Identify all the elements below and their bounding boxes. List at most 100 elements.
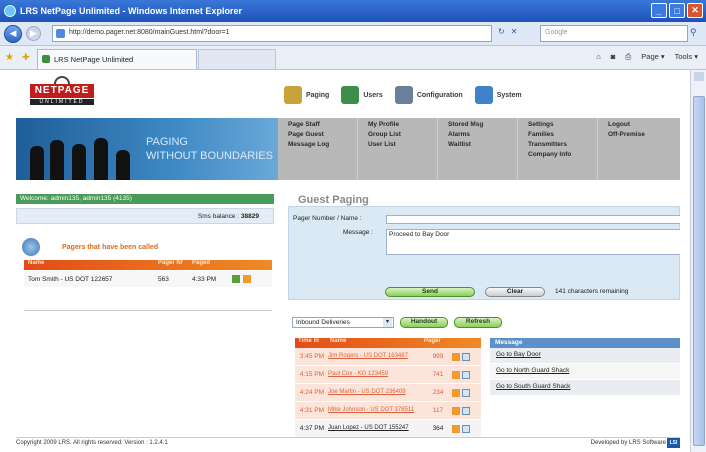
print-icon[interactable]: ⎙ — [625, 52, 631, 62]
page-content: NETPAGE UNLIMITED Paging Users Configura… — [16, 70, 680, 448]
tools-menu[interactable]: Tools ▾ — [675, 52, 698, 62]
table-row[interactable]: 4:37 PM Juan Lopez - US DOT 155247 364 — [295, 420, 481, 438]
scroll-up-icon[interactable] — [694, 72, 704, 81]
menu-settings[interactable]: Settings — [528, 121, 597, 129]
menu-group-list[interactable]: Group List — [368, 131, 437, 139]
vertical-scrollbar[interactable] — [690, 70, 706, 452]
scroll-thumb[interactable] — [693, 96, 705, 446]
table-row: Tom Smith - US DOT 122657 563 4:33 PM — [24, 271, 272, 287]
silhouette — [116, 150, 130, 180]
row-name-link[interactable]: Juan Lopez - US DOT 155247 — [328, 425, 424, 432]
guest-paging-title: Guest Paging — [298, 194, 369, 206]
edit-icon[interactable] — [462, 388, 470, 397]
message-item[interactable]: Go to South Guard Shack — [490, 380, 680, 396]
menu-message-log[interactable]: Message Log — [288, 141, 357, 149]
page-icon[interactable] — [452, 406, 460, 415]
edit-icon[interactable] — [462, 370, 470, 379]
refresh-icon[interactable]: ↻ — [498, 27, 505, 36]
nav-system[interactable]: System — [474, 82, 534, 108]
menu-waitlist[interactable]: Waitlist — [448, 141, 517, 149]
col-pager: Pager — [424, 338, 441, 344]
menu-page-guest[interactable]: Page Guest — [288, 131, 357, 139]
page-menu[interactable]: Page ▾ — [641, 52, 664, 62]
menu-stored-msg[interactable]: Stored Msg — [448, 121, 517, 129]
menu-user-list[interactable]: User List — [368, 141, 437, 149]
maximize-button[interactable]: □ — [669, 3, 685, 18]
menu-page-staff[interactable]: Page Staff — [288, 121, 357, 129]
message-item[interactable]: Go to Bay Door — [490, 348, 680, 364]
nav-configuration[interactable]: Configuration — [394, 82, 475, 108]
sms-balance-value: 38829 — [240, 213, 259, 220]
search-input[interactable]: Google — [540, 25, 688, 42]
page-icon[interactable] — [452, 424, 460, 433]
menu-column: Page Staff Page Guest Message Log — [278, 118, 358, 180]
url-input[interactable]: http://demo.pager.net:8080/mainGuest.htm… — [52, 25, 492, 42]
nav-users-label: Users — [363, 91, 383, 99]
page-icon[interactable] — [452, 352, 460, 361]
pager-number-input[interactable] — [386, 215, 680, 224]
nav-users[interactable]: Users — [341, 82, 394, 108]
silhouette — [50, 140, 64, 180]
back-icon[interactable]: ◀ — [4, 24, 22, 43]
table-row[interactable]: 4:15 PM Paul Cox - KG 123459 741 — [295, 366, 481, 384]
menu-alarms[interactable]: Alarms — [448, 131, 517, 139]
table-row[interactable]: 4:24 PM Joe Martin - US DOT 236409 234 — [295, 384, 481, 402]
favorites-star-icon[interactable]: ★ — [5, 52, 14, 63]
repage-icon[interactable] — [232, 275, 240, 283]
table-row[interactable]: 3:45 PM Jim Rogers - US DOT 163487 999 — [295, 348, 481, 366]
edit-icon[interactable] — [462, 406, 470, 415]
edit-icon[interactable] — [462, 424, 470, 433]
messages-header: Message — [490, 338, 680, 348]
submenu: Page Staff Page Guest Message Log My Pro… — [278, 118, 680, 180]
row-pager: 364 — [432, 425, 444, 432]
pager-globe-icon — [22, 238, 40, 256]
message-item[interactable]: Go to North Guard Shack — [490, 364, 680, 380]
window-titlebar: LRS NetPage Unlimited - Windows Internet… — [0, 0, 706, 22]
logo-main: NETPAGE — [30, 84, 94, 98]
new-tab[interactable] — [198, 49, 276, 69]
menu-logout[interactable]: Logout — [608, 121, 678, 129]
menu-families[interactable]: Families — [528, 131, 597, 139]
minimize-button[interactable]: _ — [651, 3, 667, 18]
row-name-link[interactable]: Joe Martin - US DOT 236409 — [328, 389, 424, 396]
chars-remaining: 141 characters remaining — [555, 288, 629, 295]
menu-my-profile[interactable]: My Profile — [368, 121, 437, 129]
page-icon[interactable] — [452, 370, 460, 379]
stop-icon[interactable]: ✕ — [511, 27, 518, 36]
message-textarea[interactable]: Proceed to Bay Door — [386, 229, 680, 255]
developed-by: Developed by LRS Software — [590, 440, 666, 446]
feeds-icon[interactable]: ◙ — [611, 52, 616, 62]
row-time: 3:45 PM — [299, 353, 324, 360]
row-time: 4:24 PM — [299, 389, 324, 396]
menu-column: Settings Families Transmitters Company I… — [518, 118, 598, 180]
tab-netpage[interactable]: LRS NetPage Unlimited — [37, 49, 197, 69]
menu-company-info[interactable]: Company Info — [528, 151, 597, 159]
table-row[interactable]: 4:31 PM Mike Johnson - US DOT 378511 117 — [295, 402, 481, 420]
close-button[interactable]: ✕ — [687, 3, 703, 18]
page-icon[interactable] — [452, 388, 460, 397]
col-name: Name — [28, 260, 45, 266]
deliveries-select[interactable]: Inbound Deliveries — [292, 317, 394, 328]
deliveries-table: Time In Name Pager 3:45 PM Jim Rogers - … — [295, 338, 481, 438]
home-icon[interactable]: ⌂ — [596, 52, 601, 62]
clear-button[interactable]: Clear — [485, 287, 545, 297]
nav-paging[interactable]: Paging — [284, 82, 341, 108]
search-icon[interactable]: ⚲ — [690, 27, 697, 38]
info-icon[interactable] — [243, 275, 251, 283]
forward-icon[interactable]: ▶ — [26, 26, 41, 41]
row-name-link[interactable]: Jim Rogers - US DOT 163487 — [328, 353, 424, 360]
send-button[interactable]: Send — [385, 287, 475, 297]
menu-transmitters[interactable]: Transmitters — [528, 141, 597, 149]
refresh-button[interactable]: Refresh — [454, 317, 502, 328]
banner-line2: WITHOUT BOUNDARIES — [146, 150, 273, 162]
handout-button[interactable]: Handout — [400, 317, 448, 328]
edit-icon[interactable] — [462, 352, 470, 361]
row-pager: 563 — [158, 275, 169, 283]
row-name-link[interactable]: Paul Cox - KG 123459 — [328, 371, 424, 378]
col-name: Name — [330, 338, 347, 344]
add-favorites-icon[interactable]: ✚ — [22, 52, 30, 63]
divider — [24, 310, 272, 311]
menu-off-premise[interactable]: Off-Premise — [608, 131, 678, 139]
netpage-logo: NETPAGE UNLIMITED — [30, 76, 100, 106]
row-name-link[interactable]: Mike Johnson - US DOT 378511 — [328, 407, 424, 414]
